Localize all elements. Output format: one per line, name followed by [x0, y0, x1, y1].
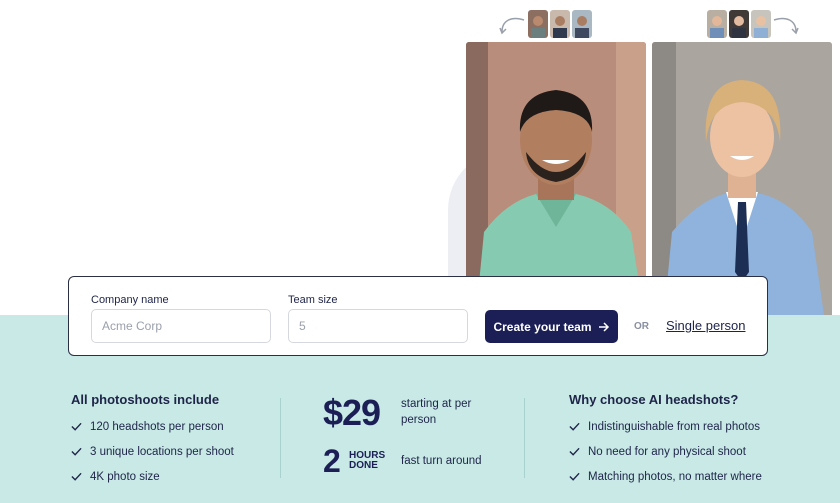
team-size-label: Team size [288, 294, 338, 306]
check-icon [71, 472, 82, 481]
arrow-right-icon [598, 321, 609, 332]
why-title: Why choose AI headshots? [569, 392, 739, 407]
hours-value: 2 [323, 443, 341, 479]
hours-unit-line2: DONE [349, 460, 378, 471]
column-divider [524, 398, 525, 478]
headshot-photo-woman [652, 42, 832, 315]
thumbnail [751, 10, 771, 38]
curved-arrow-icon [499, 17, 525, 35]
or-separator: OR [634, 321, 649, 332]
list-item: Indistinguishable from real photos [569, 414, 762, 439]
check-icon [71, 422, 82, 431]
thumbnail [550, 10, 570, 38]
team-signup-form: Company name Team size Create your team … [68, 276, 768, 356]
company-name-input[interactable] [91, 309, 271, 343]
curved-arrow-icon [773, 17, 799, 35]
list-item-label: Indistinguishable from real photos [588, 420, 760, 433]
check-icon [569, 422, 580, 431]
list-item-label: 120 headshots per person [90, 420, 224, 433]
thumbnail-strip-left [528, 10, 592, 38]
price-value: $29 [323, 392, 381, 433]
thumbnail [729, 10, 749, 38]
create-team-label: Create your team [493, 319, 592, 334]
column-divider [280, 398, 281, 478]
list-item-label: 4K photo size [90, 470, 160, 483]
list-item: 4K photo size [71, 464, 234, 489]
list-item: No need for any physical shoot [569, 439, 762, 464]
check-icon [569, 472, 580, 481]
check-icon [71, 447, 82, 456]
thumbnail [572, 10, 592, 38]
list-item-label: Matching photos, no matter where [588, 470, 762, 483]
thumbnail [707, 10, 727, 38]
hours-unit: HOURS DONE [349, 451, 385, 471]
list-item: 3 unique locations per shoot [71, 439, 234, 464]
single-person-link[interactable]: Single person [666, 318, 746, 333]
list-item-label: 3 unique locations per shoot [90, 445, 234, 458]
includes-title: All photoshoots include [71, 392, 220, 407]
includes-list: 120 headshots per person 3 unique locati… [71, 414, 234, 489]
list-item: Matching photos, no matter where [569, 464, 762, 489]
why-list: Indistinguishable from real photos No ne… [569, 414, 762, 489]
list-item-label: No need for any physical shoot [588, 445, 746, 458]
team-size-input[interactable] [288, 309, 468, 343]
thumbnail-strip-right [707, 10, 771, 38]
headshot-photo-man [466, 42, 646, 315]
company-name-label: Company name [91, 294, 169, 306]
create-team-button[interactable]: Create your team [485, 310, 618, 343]
check-icon [569, 447, 580, 456]
hours-note: fast turn around [401, 455, 482, 467]
price-note: starting at per person [401, 398, 472, 426]
thumbnail [528, 10, 548, 38]
list-item: 120 headshots per person [71, 414, 234, 439]
